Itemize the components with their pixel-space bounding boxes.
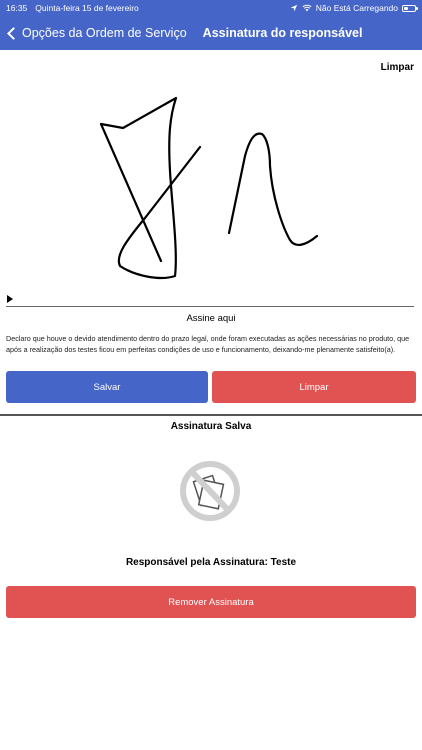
- page-title: Assinatura do responsável: [202, 26, 363, 40]
- no-image-icon: [180, 461, 240, 521]
- location-arrow-icon: [290, 4, 297, 12]
- battery-icon: [402, 4, 418, 12]
- signature-canvas[interactable]: [0, 76, 422, 304]
- sign-here-label: Assine aqui: [186, 313, 236, 324]
- clear-button[interactable]: Limpar: [212, 371, 416, 403]
- responsible-label: Responsável pela Assinatura: Teste: [125, 557, 297, 568]
- back-button[interactable]: Opções da Ordem de Serviço: [0, 26, 187, 40]
- saved-signature-title: Assinatura Salva: [170, 421, 252, 432]
- save-button[interactable]: Salvar: [6, 371, 208, 403]
- play-icon: [7, 295, 13, 303]
- charging-status: Não Está Carregando: [315, 3, 398, 13]
- section-divider: [0, 414, 422, 416]
- wifi-icon: [302, 4, 312, 12]
- clear-signature-link[interactable]: Limpar: [381, 62, 414, 73]
- signature-stroke: [99, 96, 202, 280]
- signature-stroke: [227, 132, 319, 246]
- navigation-bar: Opções da Ordem de Serviço Assinatura do…: [0, 16, 422, 50]
- status-left: 16:35 Quinta-feira 15 de fevereiro: [6, 3, 139, 13]
- back-button-label: Opções da Ordem de Serviço: [22, 26, 187, 40]
- remove-signature-button[interactable]: Remover Assinatura: [6, 586, 416, 618]
- status-time: 16:35: [6, 3, 28, 13]
- status-bar: 16:35 Quinta-feira 15 de fevereiro Não E…: [0, 0, 422, 16]
- declaration-text: Declaro que houve o devido atendimento d…: [6, 334, 410, 354]
- status-right: Não Está Carregando: [290, 3, 418, 13]
- status-date: Quinta-feira 15 de fevereiro: [35, 3, 139, 13]
- chevron-left-icon: [7, 26, 20, 40]
- signature-baseline: [6, 306, 414, 307]
